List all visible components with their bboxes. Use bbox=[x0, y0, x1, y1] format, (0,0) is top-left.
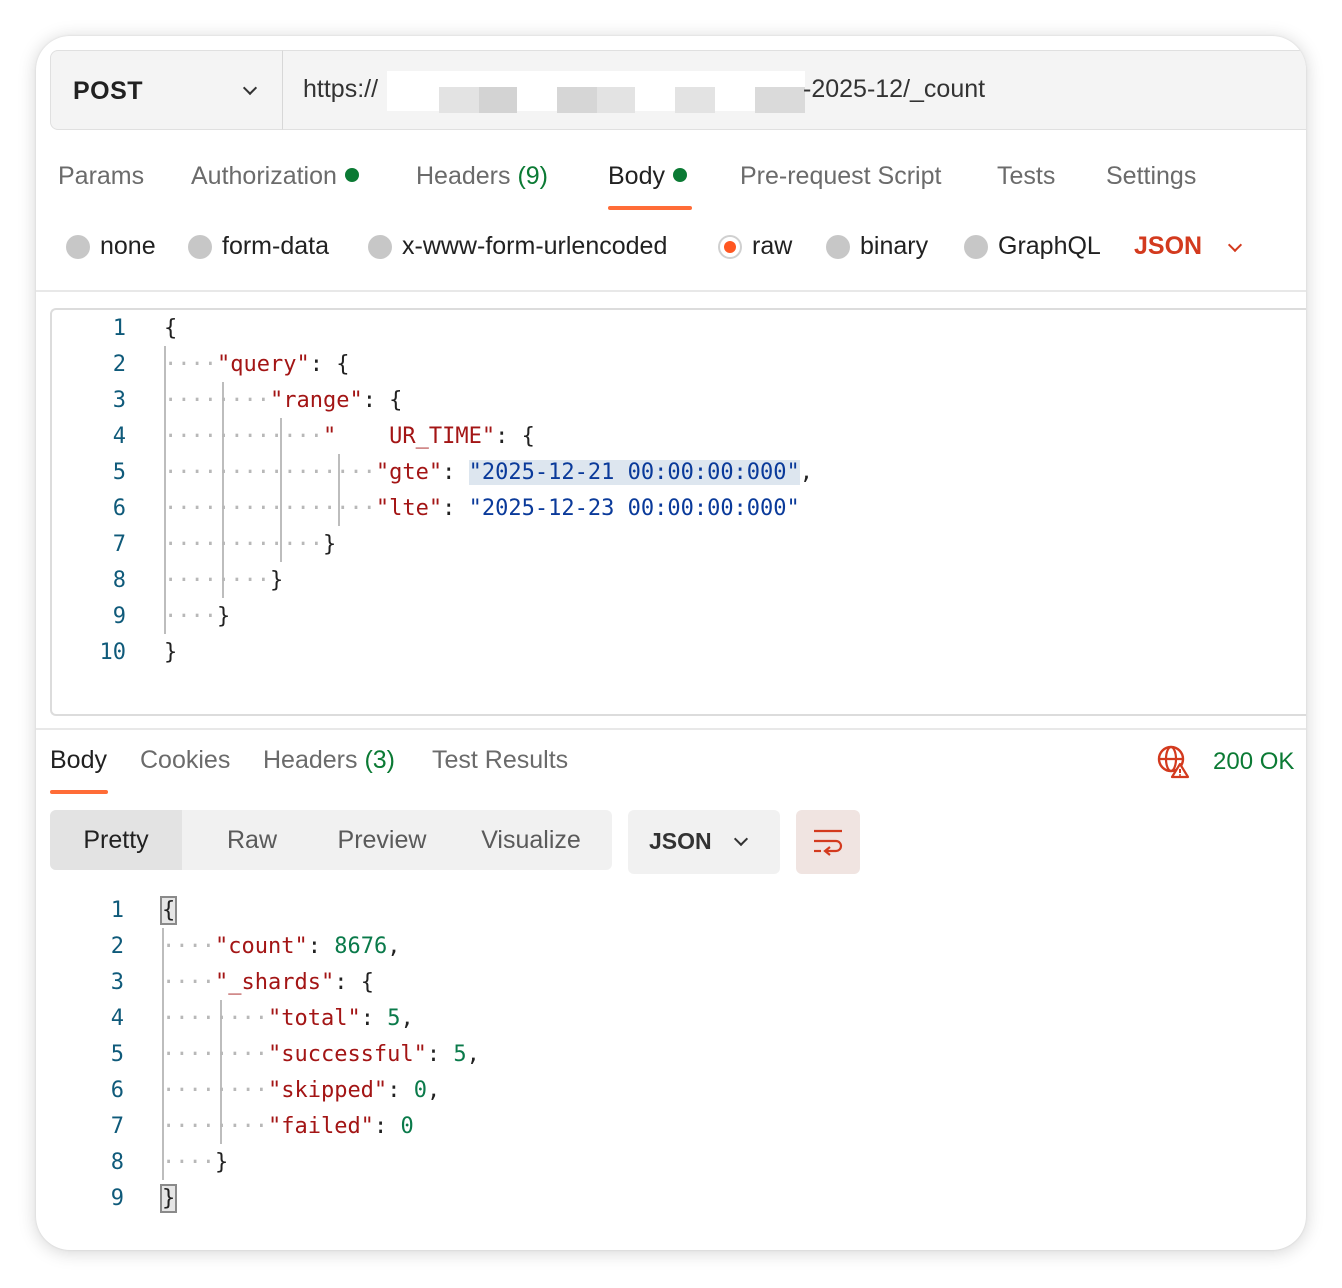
response-format-label: JSON bbox=[649, 828, 712, 854]
line-number: 4 bbox=[110, 1006, 124, 1031]
code-line: ········} bbox=[164, 568, 284, 593]
chevron-down-icon bbox=[733, 831, 749, 847]
divider bbox=[36, 290, 1306, 292]
code-line: ····} bbox=[162, 1150, 229, 1175]
radio-circle-icon bbox=[66, 234, 90, 259]
response-tab-headers[interactable]: Headers (3) bbox=[263, 746, 395, 775]
url-prefix: https:// bbox=[303, 75, 379, 103]
status-dot-icon bbox=[672, 168, 687, 183]
active-tab-underline bbox=[608, 206, 692, 210]
globe-warning-icon[interactable] bbox=[1156, 744, 1192, 780]
code-line: ········"skipped": 0, bbox=[162, 1078, 441, 1103]
line-number: 5 bbox=[110, 1042, 124, 1067]
response-tab-body[interactable]: Body bbox=[50, 746, 107, 775]
code-line: ········"range": { bbox=[164, 388, 403, 413]
tab-headers[interactable]: Headers (9) bbox=[416, 162, 548, 191]
radio-raw[interactable]: raw bbox=[718, 232, 792, 261]
url-suffix: -2025-12/_count bbox=[803, 75, 986, 103]
response-status: 200 OK bbox=[1213, 748, 1295, 775]
line-number: 3 bbox=[110, 970, 124, 995]
tab-settings[interactable]: Settings bbox=[1106, 162, 1196, 191]
status-dot-icon bbox=[344, 168, 359, 183]
view-mode-visualize[interactable]: Visualize bbox=[466, 810, 596, 870]
indent-guide bbox=[222, 382, 224, 598]
code-line: ····"_shards": { bbox=[162, 970, 374, 995]
code-line: } bbox=[164, 640, 178, 665]
request-body-editor[interactable]: 1 2 3 4 5 6 7 8 9 10 { ····"query": { ··… bbox=[50, 308, 1306, 716]
code-line: { bbox=[164, 316, 178, 341]
radio-circle-icon bbox=[826, 234, 850, 259]
tab-params[interactable]: Params bbox=[58, 162, 144, 191]
line-number: 8 bbox=[112, 568, 126, 593]
code-line: ····"count": 8676, bbox=[162, 934, 401, 959]
code-line: ············} bbox=[164, 532, 337, 557]
tab-pre-request-script[interactable]: Pre-request Script bbox=[740, 162, 941, 191]
code-line: ················"gte": "2025-12-21 00:00… bbox=[164, 460, 814, 485]
code-line: ····} bbox=[164, 604, 231, 629]
code-line: ················"lte": "2025-12-23 00:00… bbox=[164, 496, 800, 521]
radio-form-data[interactable]: form-data bbox=[188, 232, 329, 261]
code-line: ····"query": { bbox=[164, 352, 350, 377]
response-body-viewer[interactable]: 1 2 3 4 5 6 7 8 9 { ····"count": 8676, ·… bbox=[50, 892, 1300, 1222]
body-format-select[interactable]: JSON bbox=[1134, 232, 1202, 261]
wrap-lines-button[interactable] bbox=[796, 810, 860, 874]
radio-circle-icon bbox=[188, 234, 212, 259]
url-input[interactable]: https:// -2025-12/_count bbox=[282, 50, 1306, 130]
line-number: 8 bbox=[110, 1150, 124, 1175]
wrap-lines-icon bbox=[814, 829, 843, 856]
line-number: 1 bbox=[110, 898, 124, 923]
code-line: ········"total": 5, bbox=[162, 1006, 414, 1031]
postman-request-panel: POST https:// -2025-12/_count Params Aut… bbox=[36, 36, 1306, 1250]
active-tab-underline bbox=[50, 790, 108, 794]
tab-authorization[interactable]: Authorization bbox=[191, 162, 359, 191]
response-view-mode-group: Pretty Raw Preview Visualize bbox=[50, 810, 612, 870]
chevron-down-icon bbox=[242, 80, 258, 96]
response-format-select[interactable]: JSON bbox=[628, 810, 780, 874]
tab-tests[interactable]: Tests bbox=[997, 162, 1055, 191]
line-number: 5 bbox=[112, 460, 126, 485]
line-number: 7 bbox=[112, 532, 126, 557]
line-number: 7 bbox=[110, 1114, 124, 1139]
code-line: ········"successful": 5, bbox=[162, 1042, 480, 1067]
code-line: } bbox=[159, 1184, 178, 1213]
code-line: ············" UR_TIME": { bbox=[164, 424, 535, 449]
line-number: 9 bbox=[110, 1186, 124, 1211]
line-number: 9 bbox=[112, 604, 126, 629]
line-number: 6 bbox=[112, 496, 126, 521]
method-select[interactable]: POST bbox=[50, 50, 282, 130]
line-number: 4 bbox=[112, 424, 126, 449]
method-label: POST bbox=[73, 77, 144, 105]
radio-binary[interactable]: binary bbox=[826, 232, 928, 261]
radio-none[interactable]: none bbox=[66, 232, 156, 261]
tab-body[interactable]: Body bbox=[608, 162, 687, 191]
view-mode-raw[interactable]: Raw bbox=[200, 810, 304, 870]
radio-circle-icon bbox=[368, 234, 392, 259]
radio-selected-icon bbox=[718, 234, 742, 259]
radio-graphql[interactable]: GraphQL bbox=[964, 232, 1101, 261]
line-number: 6 bbox=[110, 1078, 124, 1103]
line-number: 2 bbox=[112, 352, 126, 377]
radio-x-www-form-urlencoded[interactable]: x-www-form-urlencoded bbox=[368, 232, 667, 261]
response-tab-cookies[interactable]: Cookies bbox=[140, 746, 230, 775]
line-number: 3 bbox=[112, 388, 126, 413]
redacted-url-segment bbox=[387, 71, 805, 113]
line-number: 10 bbox=[99, 640, 127, 665]
line-number: 1 bbox=[112, 316, 126, 341]
line-number: 2 bbox=[110, 934, 124, 959]
view-mode-pretty[interactable]: Pretty bbox=[50, 810, 182, 870]
code-line: { bbox=[159, 896, 178, 925]
code-line: ········"failed": 0 bbox=[162, 1114, 414, 1139]
radio-circle-icon bbox=[964, 234, 988, 259]
response-tab-test-results[interactable]: Test Results bbox=[432, 746, 568, 775]
view-mode-preview[interactable]: Preview bbox=[316, 810, 448, 870]
chevron-down-icon bbox=[1227, 237, 1243, 253]
divider bbox=[36, 728, 1306, 730]
